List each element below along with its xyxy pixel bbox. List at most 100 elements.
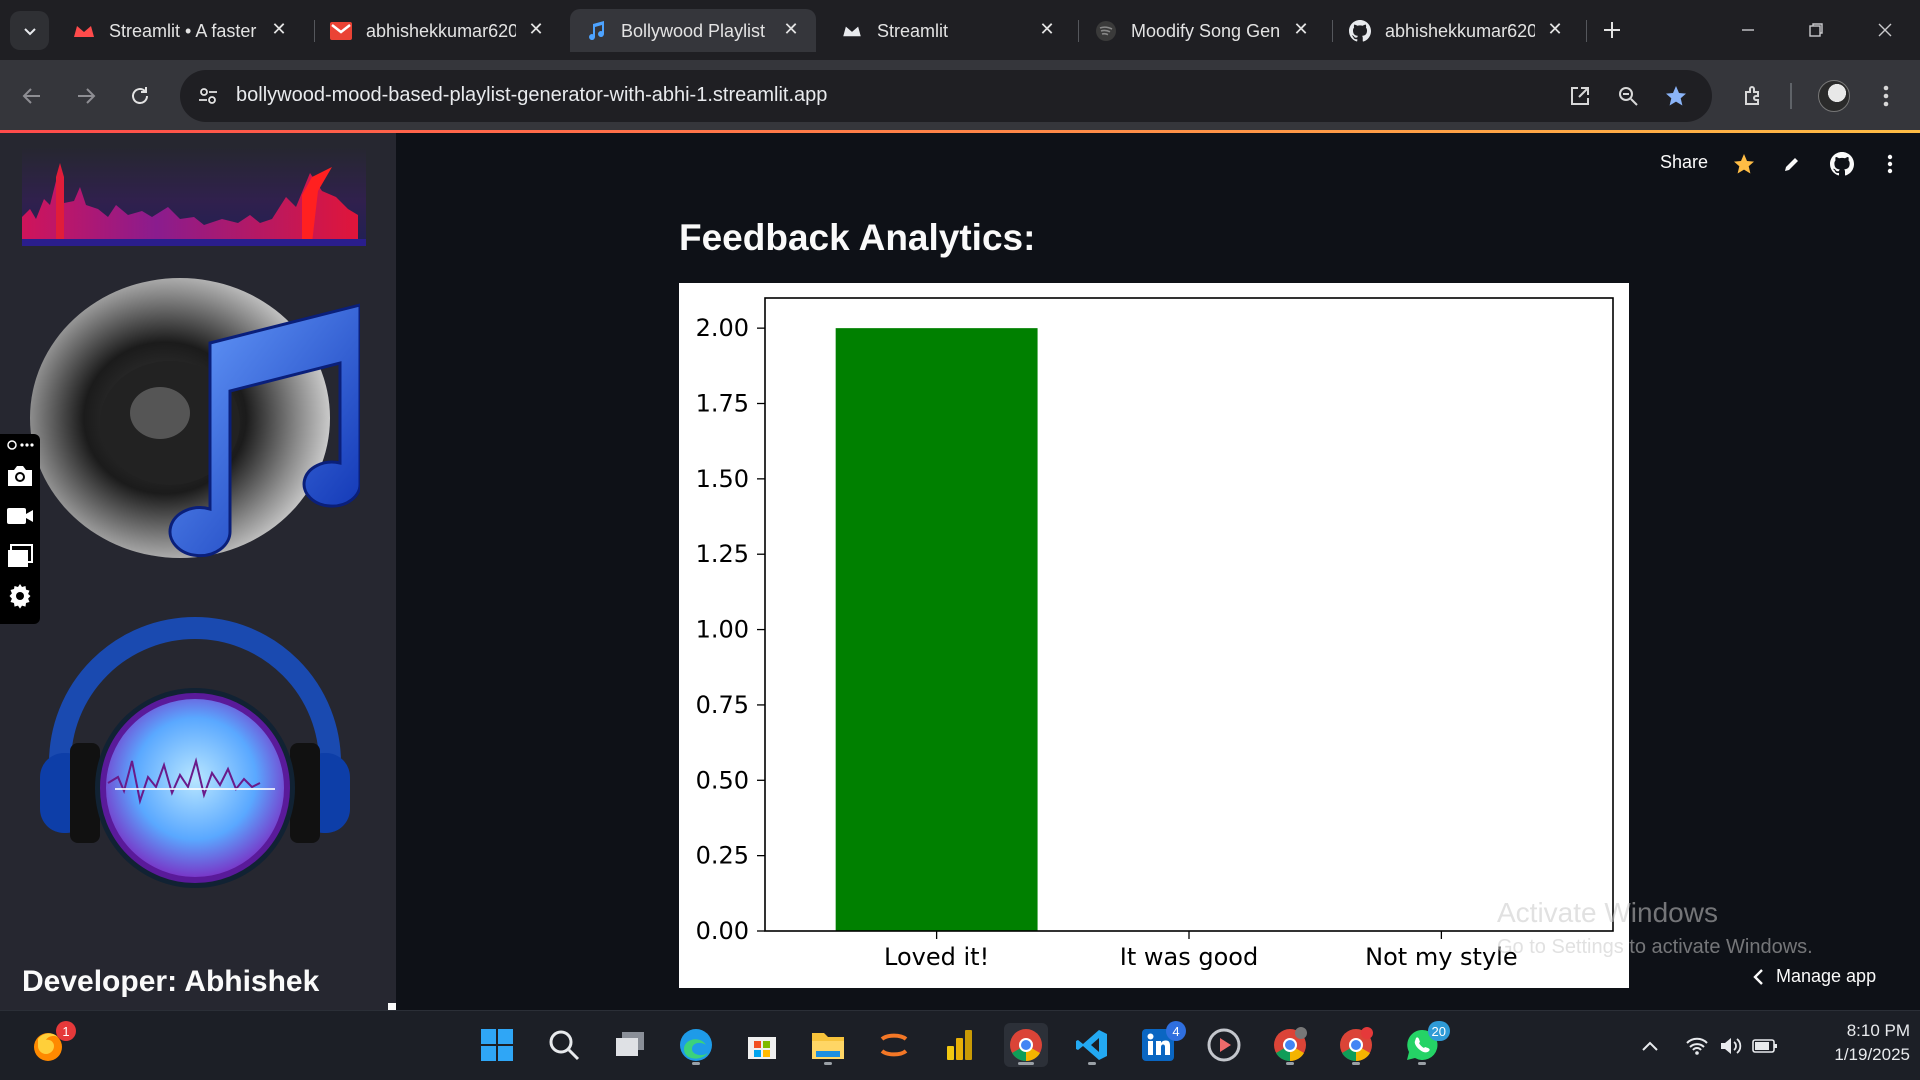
linkedin-icon[interactable]: 4 — [1136, 1021, 1186, 1067]
browser-tab[interactable]: abhishekkumar620 ✕ — [315, 9, 561, 52]
streamlit-crown-icon — [72, 19, 96, 43]
open-in-app-icon[interactable] — [1566, 82, 1594, 110]
close-window-button[interactable] — [1870, 16, 1900, 44]
gear-icon[interactable] — [4, 580, 36, 612]
vscode-icon[interactable] — [1070, 1023, 1114, 1067]
browser-toolbar: bollywood-mood-based-playlist-generator-… — [0, 60, 1920, 132]
streamlit-crown-icon — [840, 19, 864, 43]
file-explorer-icon[interactable] — [806, 1023, 850, 1067]
minimize-button[interactable] — [1733, 16, 1763, 44]
developer-label: Developer: Abhishek — [22, 965, 320, 998]
y-tick-label: 1.50 — [696, 465, 749, 493]
running-indicator — [1286, 1062, 1294, 1065]
jupyter-icon[interactable] — [872, 1023, 916, 1067]
reload-icon — [132, 87, 148, 104]
taskbar-clock[interactable]: 8:10 PM 1/19/2025 — [1800, 1019, 1910, 1067]
close-icon — [1878, 23, 1892, 37]
close-icon[interactable]: ✕ — [525, 18, 547, 40]
concert-banner-image — [22, 147, 366, 246]
feedback-bar-chart: Loved it! It was good Not my style 0.00 0.25… — [679, 283, 1629, 988]
chrome-profile-icon[interactable] — [1334, 1023, 1378, 1067]
headphones-waveform-image — [40, 617, 350, 888]
video-camera-icon[interactable] — [4, 500, 36, 532]
restore-icon — [1809, 23, 1823, 37]
y-tick-label: 1.25 — [696, 540, 749, 568]
task-view-icon[interactable] — [608, 1023, 652, 1067]
tab-title: abhishekkumar620 — [366, 21, 516, 41]
running-indicator — [1018, 1062, 1034, 1065]
restore-button[interactable] — [1801, 16, 1831, 44]
chevron-left-icon — [1753, 968, 1763, 985]
browser-tab[interactable]: Moodify Song Gen ✕ — [1080, 9, 1326, 52]
tab-separator — [1586, 20, 1587, 42]
browser-tab-active[interactable]: Bollywood Playlist ✕ — [570, 9, 816, 52]
extensions-icon[interactable] — [1736, 78, 1772, 114]
back-button[interactable] — [14, 78, 50, 114]
clock-date: 1/19/2025 — [1834, 1045, 1910, 1064]
close-icon[interactable]: ✕ — [1290, 18, 1312, 40]
microsoft-store-icon[interactable] — [740, 1023, 784, 1067]
edge-icon[interactable] — [674, 1023, 718, 1067]
screen-capture-icon[interactable] — [4, 540, 36, 572]
browser-tab[interactable]: Streamlit ✕ — [826, 9, 1072, 52]
camera-icon[interactable] — [4, 460, 36, 492]
address-bar[interactable]: bollywood-mood-based-playlist-generator-… — [180, 70, 1712, 122]
chrome-icon[interactable] — [1004, 1023, 1048, 1067]
manage-app-label: Manage app — [1776, 966, 1877, 986]
y-tick-label: 2.00 — [696, 314, 749, 342]
sidebar-resize-handle[interactable] — [388, 1003, 396, 1010]
search-icon[interactable] — [542, 1023, 586, 1067]
windows-start-icon[interactable] — [475, 1023, 519, 1067]
forward-button[interactable] — [68, 78, 104, 114]
zoom-icon[interactable] — [1614, 82, 1642, 110]
y-tick-label: 0.00 — [696, 917, 749, 945]
github-icon — [1348, 19, 1372, 43]
favorite-star-icon[interactable] — [1730, 150, 1758, 178]
y-tick-label: 0.75 — [696, 691, 749, 719]
running-indicator — [1418, 1062, 1426, 1065]
close-icon[interactable]: ✕ — [268, 18, 290, 40]
avatar[interactable] — [1818, 80, 1850, 112]
arrow-right-icon — [78, 88, 96, 104]
bookmark-star-icon[interactable] — [1662, 82, 1690, 110]
plus-icon — [1604, 22, 1620, 38]
notification-badge: 4 — [1166, 1021, 1186, 1041]
music-note-icon — [584, 19, 608, 43]
manage-app-button[interactable]: Manage app — [1752, 966, 1876, 987]
screen-recorder-toolbar — [0, 434, 40, 624]
tab-separator — [1078, 20, 1079, 42]
reload-button[interactable] — [122, 78, 158, 114]
firefox-icon[interactable]: 1 — [26, 1021, 76, 1067]
notification-badge: 1 — [56, 1021, 76, 1041]
y-tick-label: 0.25 — [696, 842, 749, 870]
close-icon[interactable]: ✕ — [780, 18, 802, 40]
browser-tab[interactable]: Streamlit • A faster ✕ — [58, 9, 304, 52]
more-horiz-icon[interactable] — [4, 434, 36, 456]
new-tab-button[interactable] — [1598, 16, 1626, 44]
battery-icon[interactable] — [1752, 1033, 1778, 1059]
url-text[interactable]: bollywood-mood-based-playlist-generator-… — [236, 84, 827, 107]
media-player-icon[interactable] — [1202, 1023, 1246, 1067]
edit-pencil-icon[interactable] — [1778, 150, 1806, 178]
chevron-up-icon[interactable] — [1637, 1033, 1663, 1059]
whatsapp-icon[interactable]: 20 — [1400, 1021, 1450, 1067]
tab-title: abhishekkumar620 — [1385, 21, 1535, 41]
chart-svg: Loved it! It was good Not my style 0.00 0.25… — [696, 297, 1614, 971]
site-settings-icon[interactable] — [194, 82, 222, 110]
power-bi-icon[interactable] — [938, 1023, 982, 1067]
browser-menu-button[interactable] — [1868, 78, 1904, 114]
chrome-profile-icon[interactable] — [1268, 1023, 1312, 1067]
activate-windows-hint: Go to Settings to activate Windows. — [1497, 936, 1813, 958]
github-icon[interactable] — [1828, 150, 1856, 178]
activate-windows-watermark: Activate Windows — [1497, 897, 1718, 928]
close-icon[interactable]: ✕ — [1036, 18, 1058, 40]
main-menu-button[interactable] — [1876, 150, 1904, 178]
share-button[interactable]: Share — [1660, 152, 1708, 173]
volume-icon[interactable] — [1718, 1033, 1744, 1059]
notification-badge: 20 — [1427, 1021, 1450, 1041]
wifi-icon[interactable] — [1684, 1033, 1710, 1059]
close-icon[interactable]: ✕ — [1544, 18, 1566, 40]
tab-search-button[interactable] — [10, 11, 49, 50]
browser-tab[interactable]: abhishekkumar620 ✕ — [1334, 9, 1580, 52]
more-vert-icon — [1887, 154, 1893, 174]
